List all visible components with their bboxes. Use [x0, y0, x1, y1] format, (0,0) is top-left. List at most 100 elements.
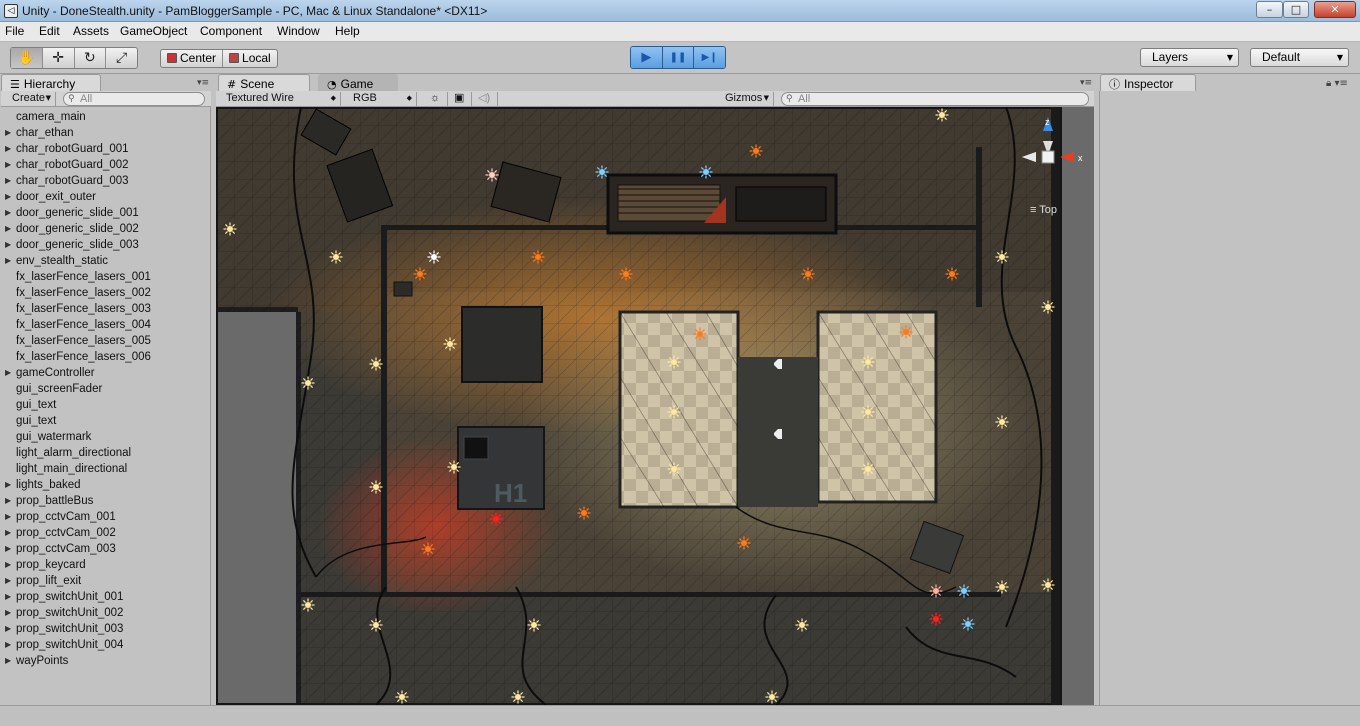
hierarchy-item[interactable]: ▶ char_robotGuard_003	[1, 173, 211, 189]
tab-game[interactable]: ◔ Game	[318, 74, 398, 92]
scene-canvas[interactable]: H1 z x ≡ Top	[216, 107, 1094, 705]
hierarchy-item[interactable]: ▶ char_ethan	[1, 125, 211, 141]
hierarchy-item[interactable]: light_alarm_directional	[1, 445, 211, 461]
lock-icon[interactable]: 🔒︎ ▾≡	[1326, 78, 1348, 89]
hierarchy-item[interactable]: ▶ char_robotGuard_002	[1, 157, 211, 173]
panel-menu-icon[interactable]: ▾≡	[197, 78, 209, 88]
scene-view[interactable]: H1 z x ≡ Top	[216, 107, 1094, 705]
pivot-center-button[interactable]: Center	[161, 50, 224, 67]
expand-arrow-icon[interactable]: ▶	[5, 557, 11, 573]
create-dropdown[interactable]: Create ▼	[4, 92, 56, 106]
hierarchy-item[interactable]: ▶ gameController	[1, 365, 211, 381]
color-mode-dropdown[interactable]: RGB ◆	[344, 92, 417, 106]
expand-arrow-icon[interactable]: ▶	[5, 637, 11, 653]
hierarchy-item[interactable]: ▶ prop_keycard	[1, 557, 211, 573]
hierarchy-search-input[interactable]: ⚲ All	[63, 92, 205, 106]
expand-arrow-icon[interactable]: ▶	[5, 125, 11, 141]
expand-arrow-icon[interactable]: ▶	[5, 365, 11, 381]
expand-arrow-icon[interactable]: ▶	[5, 509, 11, 525]
menu-gameobject[interactable]: GameObject	[120, 24, 187, 38]
hierarchy-item[interactable]: fx_laserFence_lasers_001	[1, 269, 211, 285]
hierarchy-item[interactable]: ▶ prop_switchUnit_004	[1, 637, 211, 653]
move-icon[interactable]: ✛	[43, 48, 75, 68]
hierarchy-item[interactable]: fx_laserFence_lasers_002	[1, 285, 211, 301]
expand-arrow-icon[interactable]: ▶	[5, 253, 11, 269]
expand-arrow-icon[interactable]: ▶	[5, 157, 11, 173]
layers-dropdown[interactable]: Layers ▼	[1140, 48, 1239, 67]
light-icon	[447, 460, 461, 474]
menu-file[interactable]: File	[5, 24, 24, 38]
play-button[interactable]: ▶	[631, 47, 663, 68]
pivot-local-button[interactable]: Local	[223, 50, 277, 67]
menu-component[interactable]: Component	[200, 24, 262, 38]
step-button[interactable]: ▶❙	[694, 47, 725, 68]
menu-assets[interactable]: Assets	[73, 24, 109, 38]
hierarchy-item[interactable]: ▶ prop_battleBus	[1, 493, 211, 509]
scene-lighting-toggle[interactable]: ☼	[424, 92, 448, 106]
scene-search-input[interactable]: ⚲ All	[781, 92, 1089, 106]
maximize-button[interactable]: □	[1283, 1, 1309, 18]
hierarchy-item[interactable]: ▶ door_generic_slide_001	[1, 205, 211, 221]
hierarchy-item[interactable]: ▶ prop_switchUnit_003	[1, 621, 211, 637]
gizmos-dropdown[interactable]: Gizmos ▼	[718, 92, 774, 106]
tab-scene[interactable]: # Scene	[218, 74, 310, 92]
expand-arrow-icon[interactable]: ▶	[5, 605, 11, 621]
hand-icon[interactable]: ✋	[11, 48, 43, 68]
hierarchy-item[interactable]: camera_main	[1, 109, 211, 125]
hierarchy-item[interactable]: ▶ prop_cctvCam_003	[1, 541, 211, 557]
hierarchy-item[interactable]: fx_laserFence_lasers_006	[1, 349, 211, 365]
hierarchy-item[interactable]: ▶ prop_switchUnit_001	[1, 589, 211, 605]
hierarchy-item[interactable]: ▶ prop_lift_exit	[1, 573, 211, 589]
expand-arrow-icon[interactable]: ▶	[5, 541, 11, 557]
hierarchy-item[interactable]: fx_laserFence_lasers_004	[1, 317, 211, 333]
hierarchy-item[interactable]: ▶ door_exit_outer	[1, 189, 211, 205]
hierarchy-item[interactable]: fx_laserFence_lasers_005	[1, 333, 211, 349]
hierarchy-item[interactable]: ▶ prop_cctvCam_002	[1, 525, 211, 541]
expand-arrow-icon[interactable]: ▶	[5, 205, 11, 221]
panel-menu-icon[interactable]: ▾≡	[1080, 78, 1092, 88]
menu-window[interactable]: Window	[277, 24, 320, 38]
scene-audio-toggle[interactable]: ◁)	[472, 92, 498, 106]
minimize-button[interactable]: –	[1256, 1, 1283, 18]
expand-arrow-icon[interactable]: ▶	[5, 189, 11, 205]
scene-fx-toggle[interactable]: ▣	[448, 92, 472, 106]
hierarchy-item[interactable]: gui_screenFader	[1, 381, 211, 397]
expand-arrow-icon[interactable]: ▶	[5, 477, 11, 493]
hierarchy-item[interactable]: ▶ env_stealth_static	[1, 253, 211, 269]
hierarchy-item[interactable]: ▶ char_robotGuard_001	[1, 141, 211, 157]
rotate-icon[interactable]: ↻	[75, 48, 107, 68]
layout-dropdown[interactable]: Default ▼	[1250, 48, 1349, 67]
expand-arrow-icon[interactable]: ▶	[5, 237, 11, 253]
expand-arrow-icon[interactable]: ▶	[5, 589, 11, 605]
expand-arrow-icon[interactable]: ▶	[5, 141, 11, 157]
expand-arrow-icon[interactable]: ▶	[5, 653, 11, 669]
hierarchy-item[interactable]: ▶ prop_cctvCam_001	[1, 509, 211, 525]
hierarchy-item[interactable]: ▶ wayPoints	[1, 653, 211, 669]
menu-edit[interactable]: Edit	[39, 24, 60, 38]
hierarchy-item[interactable]: fx_laserFence_lasers_003	[1, 301, 211, 317]
floor-label: H1	[494, 478, 527, 508]
hierarchy-item[interactable]: light_main_directional	[1, 461, 211, 477]
expand-arrow-icon[interactable]: ▶	[5, 493, 11, 509]
tab-inspector[interactable]: ⓘ Inspector	[1100, 74, 1196, 92]
hierarchy-item-label: char_robotGuard_003	[16, 175, 129, 187]
expand-arrow-icon[interactable]: ▶	[5, 525, 11, 541]
hierarchy-item[interactable]: ▶ prop_switchUnit_002	[1, 605, 211, 621]
hierarchy-item[interactable]: gui_text	[1, 413, 211, 429]
scale-icon[interactable]: ⤢	[106, 48, 137, 68]
expand-arrow-icon[interactable]: ▶	[5, 221, 11, 237]
expand-arrow-icon[interactable]: ▶	[5, 621, 11, 637]
render-mode-dropdown[interactable]: Textured Wire ◆	[217, 92, 341, 106]
hierarchy-item[interactable]: gui_watermark	[1, 429, 211, 445]
menu-help[interactable]: Help	[335, 24, 360, 38]
close-button[interactable]: ✕	[1314, 1, 1356, 18]
pause-button[interactable]: ❚❚	[662, 47, 695, 68]
light-icon	[737, 536, 751, 550]
expand-arrow-icon[interactable]: ▶	[5, 173, 11, 189]
hierarchy-item[interactable]: ▶ door_generic_slide_002	[1, 221, 211, 237]
expand-arrow-icon[interactable]: ▶	[5, 573, 11, 589]
hierarchy-item[interactable]: gui_text	[1, 397, 211, 413]
hierarchy-item[interactable]: ▶ lights_baked	[1, 477, 211, 493]
hierarchy-item[interactable]: ▶ door_generic_slide_003	[1, 237, 211, 253]
tab-hierarchy[interactable]: ☰ Hierarchy	[1, 74, 101, 92]
